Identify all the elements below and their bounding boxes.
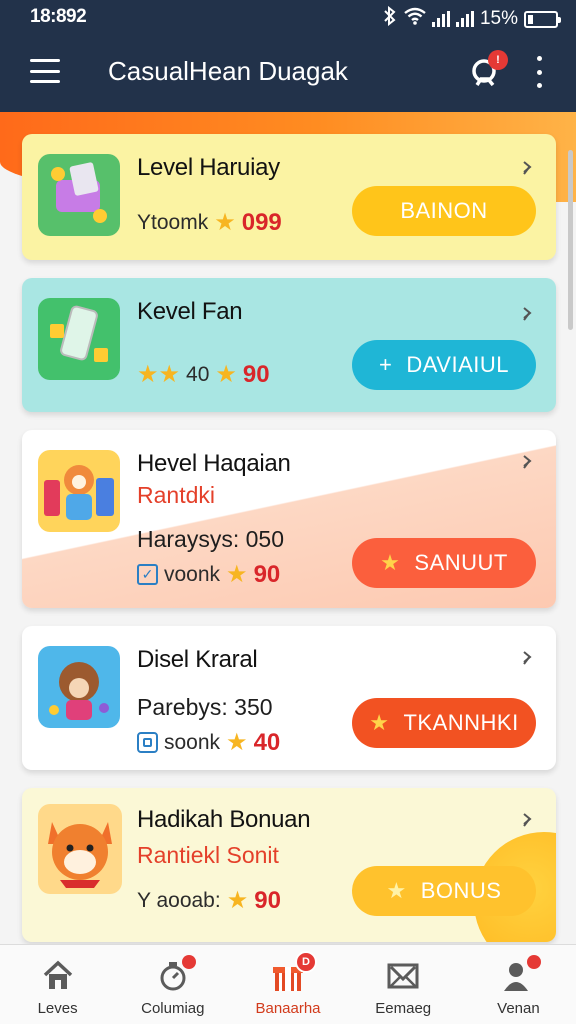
- nav-label: Columiag: [141, 1000, 205, 1017]
- card-title: Hevel Haqaian: [137, 450, 291, 477]
- button-label: TKANNHKI: [403, 710, 519, 735]
- chevron-icon[interactable]: [520, 812, 536, 828]
- menu-icon[interactable]: [30, 59, 60, 83]
- button-label: BAINON: [400, 198, 488, 223]
- profile-icon: [501, 955, 542, 993]
- level-thumbnail: [38, 450, 120, 532]
- button-label: DAVIAIUL: [406, 352, 509, 377]
- card-title: Hadikah Bonuan: [137, 806, 311, 833]
- status-time: 18:892: [30, 6, 87, 27]
- card-title: Kevel Fan: [137, 298, 243, 325]
- card-meta: soonk ★ 40: [137, 728, 280, 757]
- level-thumbnail: [38, 154, 120, 236]
- chevron-icon[interactable]: [520, 650, 536, 666]
- nav-label: Venan: [497, 1000, 540, 1017]
- app-title: CasualHean Duagak: [108, 56, 348, 86]
- card-meta: ★★ 40 ★ 90: [137, 360, 270, 389]
- star-icon: ★: [226, 729, 248, 756]
- card-action-button[interactable]: ★ SANUUT: [352, 538, 536, 588]
- card-meta: Ytoomk ★ 099: [137, 208, 282, 237]
- chat-button[interactable]: !: [468, 50, 508, 90]
- meta-label: Ytoomk: [137, 210, 209, 234]
- nav-label: Banaarha: [255, 1000, 321, 1017]
- scrollbar[interactable]: [568, 150, 573, 330]
- bluetooth-icon: [382, 5, 398, 32]
- star-icon: ★: [226, 561, 248, 588]
- star-icon: ★: [369, 710, 390, 735]
- card-meta: ✓ voonk ★ 90: [137, 560, 280, 589]
- nav-item-levels[interactable]: Leves: [0, 945, 115, 1024]
- signal-icon: [431, 11, 450, 27]
- card-meta: Y aooab: ★ 90: [137, 886, 281, 915]
- mail-icon: [386, 959, 420, 993]
- app-bar: CasualHean Duagak !: [0, 34, 576, 112]
- meta-value: 40: [253, 728, 281, 756]
- star-icon: ★: [214, 209, 236, 236]
- nav-item-columiag[interactable]: Columiag: [115, 945, 230, 1024]
- battery-percent: 15%: [479, 8, 518, 29]
- card-title: Disel Kraral: [137, 646, 258, 673]
- bonus-thumbnail: [38, 804, 122, 894]
- star-icon: ★: [226, 887, 249, 914]
- meta-label: 40: [186, 362, 210, 386]
- nav-label: Leves: [37, 1000, 78, 1017]
- notification-dot: [181, 955, 196, 969]
- plus-icon: +: [379, 352, 393, 377]
- signal-icon-2: [455, 11, 474, 27]
- level-card[interactable]: Disel Kraral Parebys: 350 soonk ★ 40 ★ T…: [22, 626, 556, 770]
- more-options-icon[interactable]: [533, 56, 545, 88]
- bonus-card[interactable]: Hadikah Bonuan Rantiekl Sonit Y aooab: ★…: [22, 788, 556, 942]
- card-stat: Parebys: 350: [137, 694, 273, 720]
- timer-icon: [156, 955, 196, 993]
- meta-label: voonk: [164, 562, 221, 586]
- card-subtitle: Rantdki: [137, 482, 215, 508]
- notification-dot: [527, 955, 542, 969]
- button-label: BONUS: [420, 878, 502, 903]
- level-thumbnail: [38, 298, 120, 380]
- top-bar: 18:892 15% CasualHean Duagak !: [0, 0, 576, 112]
- wifi-icon: [404, 7, 426, 31]
- button-label: SANUUT: [414, 550, 508, 575]
- chevron-icon[interactable]: [520, 454, 536, 470]
- card-action-button[interactable]: BAINON: [352, 186, 536, 236]
- home-icon: [41, 959, 75, 993]
- nav-item-venan[interactable]: Venan: [461, 945, 576, 1024]
- battery-icon: [524, 10, 561, 28]
- meta-value: 90: [254, 886, 281, 914]
- level-card[interactable]: Kevel Fan ★★ 40 ★ 90 + DAVIAIUL: [22, 278, 556, 412]
- star-icon: ★: [215, 361, 237, 388]
- level-card[interactable]: Hevel Haqaian Rantdki Haraysys: 050 ✓ vo…: [22, 430, 556, 608]
- star-icon: ★: [380, 550, 401, 575]
- star-icon: ★★: [137, 361, 181, 388]
- nav-label: Eemaeg: [375, 1000, 432, 1017]
- gift-icon: D: [271, 951, 317, 993]
- status-icons: 15%: [382, 5, 561, 32]
- nav-item-banaarha[interactable]: D Banaarha: [230, 945, 345, 1024]
- nav-item-eemaeg[interactable]: Eemaeg: [346, 945, 461, 1024]
- meta-value: 099: [241, 208, 282, 236]
- square-icon: [137, 732, 158, 753]
- meta-label: Y aooab:: [137, 888, 221, 912]
- bonus-button[interactable]: ★ BONUS: [352, 866, 536, 916]
- meta-label: soonk: [164, 730, 221, 754]
- level-thumbnail: [38, 646, 120, 728]
- card-action-button[interactable]: + DAVIAIUL: [352, 340, 536, 390]
- star-icon: ★: [386, 878, 407, 903]
- card-title: Level Haruiay: [137, 154, 280, 181]
- bottom-nav: Leves Columiag D Banaarha Eemaeg Venan: [0, 944, 576, 1024]
- notification-badge: !: [488, 50, 508, 70]
- chevron-icon[interactable]: [520, 306, 536, 322]
- level-card[interactable]: Level Haruiay Ytoomk ★ 099 BAINON: [22, 134, 556, 260]
- checkbox-icon[interactable]: ✓: [137, 564, 158, 585]
- notification-badge: D: [295, 951, 317, 973]
- card-stat: Haraysys: 050: [137, 526, 285, 552]
- chevron-icon[interactable]: [520, 160, 536, 176]
- card-subtitle: Rantiekl Sonit: [137, 842, 279, 868]
- status-bar: 18:892 15%: [0, 0, 576, 34]
- meta-value: 90: [242, 360, 270, 388]
- meta-value: 90: [253, 560, 281, 588]
- card-action-button[interactable]: ★ TKANNHKI: [352, 698, 536, 748]
